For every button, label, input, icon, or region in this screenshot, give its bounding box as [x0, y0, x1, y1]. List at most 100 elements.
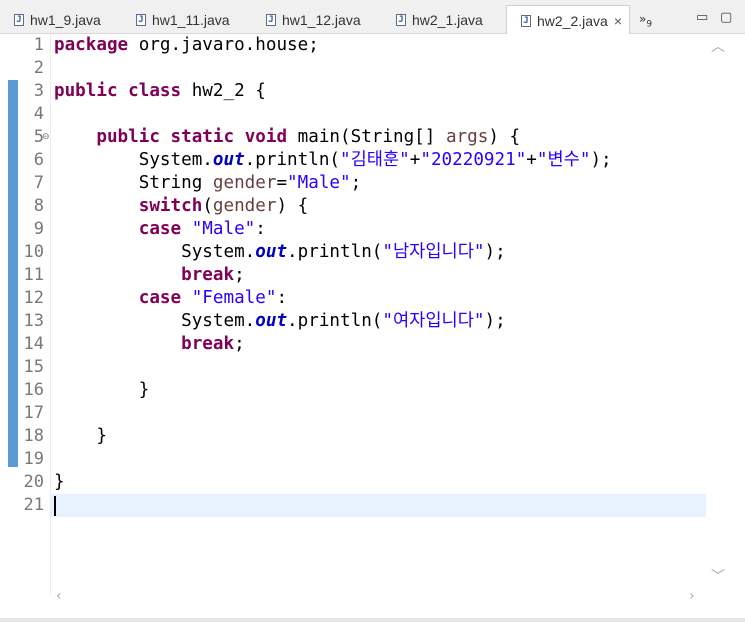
code-token: "Male"	[191, 219, 256, 239]
vertical-scrollbar[interactable]: ︿ ﹀	[706, 34, 728, 594]
tab-hw2-1[interactable]: J hw2_1.java	[382, 6, 504, 34]
code-token: out	[212, 150, 245, 170]
code-token: org.javaro.house;	[128, 35, 319, 55]
code-editor[interactable]: 1 2 3 4 5 6 7 8 9 10 11 12 13 14 15 16 17 18 19 20 21 ⊖ pack…	[0, 34, 745, 622]
code-line[interactable]: System.out.println("남자입니다");	[54, 241, 506, 264]
line-number: 13	[23, 311, 44, 331]
code-token: "변수"	[536, 150, 591, 170]
line-number: 18	[23, 426, 44, 446]
code-line[interactable]: String gender="Male";	[54, 172, 361, 195]
text-caret	[54, 496, 56, 516]
overflow-count: 9	[646, 19, 653, 30]
current-line-highlight	[51, 494, 706, 517]
code-token: ;	[350, 173, 362, 193]
minimize-icon[interactable]: ▭	[696, 10, 708, 25]
code-token: class	[128, 81, 182, 101]
line-number: 8	[33, 196, 44, 216]
scroll-right-icon[interactable]: ›	[689, 588, 695, 604]
code-token: ;	[234, 334, 245, 354]
line-number: 19	[23, 449, 44, 469]
line-number: 10	[23, 242, 44, 262]
code-token: (	[202, 196, 213, 216]
line-number: 15	[23, 357, 44, 377]
code-token: out	[255, 242, 288, 262]
tab-hw2-2[interactable]: J hw2_2.java ×	[506, 5, 630, 35]
code-line[interactable]: case "Female":	[54, 287, 287, 310]
code-token: "Female"	[191, 288, 277, 308]
code-token: .println(	[287, 311, 383, 331]
code-token: "20220921"	[420, 150, 527, 170]
code-token: case	[138, 219, 182, 239]
code-line[interactable]: System.out.println("여자입니다");	[54, 310, 506, 333]
gutter-separator	[50, 34, 51, 594]
line-number: 21	[23, 495, 44, 515]
java-file-icon: J	[521, 14, 531, 27]
scroll-up-icon[interactable]: ︿	[711, 36, 725, 56]
line-number: 12	[23, 288, 44, 308]
code-token: );	[590, 150, 612, 170]
fold-minus-icon[interactable]: ⊖	[42, 132, 50, 142]
code-token: System.	[54, 311, 256, 331]
java-file-icon: J	[266, 14, 276, 26]
close-icon[interactable]: ×	[614, 13, 622, 29]
tab-hw1-11[interactable]: J hw1_11.java	[122, 6, 250, 34]
code-token: out	[255, 311, 288, 331]
code-token: switch	[138, 196, 203, 216]
tab-label: hw1_12.java	[282, 12, 361, 28]
code-token: "김태훈"	[340, 150, 410, 170]
code-token: System.	[54, 150, 213, 170]
horizontal-scrollbar[interactable]: ‹ ›	[51, 586, 706, 608]
code-token: System.	[54, 242, 256, 262]
code-line[interactable]: public class hw2_2 {	[54, 80, 266, 103]
code-line[interactable]: }	[54, 425, 107, 448]
line-number: 16	[23, 380, 44, 400]
code-token: );	[484, 242, 506, 262]
tab-overflow-button[interactable]: »9	[639, 12, 652, 29]
line-number: 3	[33, 81, 44, 101]
code-token: ;	[234, 265, 245, 285]
code-token: case	[138, 288, 182, 308]
tab-hw1-12[interactable]: J hw1_12.java	[252, 6, 380, 34]
editor-tab-bar: J hw1_9.java J hw1_11.java J hw1_12.java…	[0, 0, 745, 35]
line-number: 17	[23, 403, 44, 423]
code-token: }	[54, 380, 150, 400]
code-token: hw2_2 {	[181, 81, 266, 101]
code-line[interactable]: break;	[54, 264, 245, 287]
line-number: 11	[23, 265, 44, 285]
java-file-icon: J	[136, 14, 146, 26]
line-number-ruler: 1 2 3 4 5 6 7 8 9 10 11 12 13 14 15 16 17 18 19 20 21 ⊖	[0, 34, 50, 594]
code-line[interactable]: public static void main(String[] args) {	[54, 126, 520, 149]
tab-hw1-9[interactable]: J hw1_9.java	[0, 6, 120, 34]
code-token: :	[255, 219, 266, 239]
scroll-left-icon[interactable]: ‹	[56, 588, 62, 604]
code-token: );	[484, 311, 506, 331]
code-token: }	[54, 426, 107, 446]
code-line[interactable]: package org.javaro.house;	[54, 34, 319, 57]
code-line[interactable]: case "Male":	[54, 218, 266, 241]
code-line[interactable]: break;	[54, 333, 245, 356]
java-file-icon: J	[396, 14, 406, 26]
code-token: public	[96, 127, 160, 147]
code-token: }	[54, 472, 65, 492]
line-number: 1	[33, 35, 44, 55]
code-line[interactable]: switch(gender) {	[54, 195, 309, 218]
code-token: ) {	[276, 196, 309, 216]
code-line[interactable]: System.out.println("김태훈"+"20220921"+"변수"…	[54, 149, 612, 172]
status-strip	[0, 618, 745, 622]
maximize-icon[interactable]: ▢	[720, 10, 732, 25]
code-token: "Male"	[287, 173, 351, 193]
code-token: void	[244, 127, 288, 147]
code-token: :	[276, 288, 288, 308]
code-line[interactable]: }	[54, 379, 150, 402]
scroll-down-icon[interactable]: ﹀	[711, 566, 725, 586]
line-number: 5	[33, 127, 44, 147]
code-line[interactable]: }	[54, 471, 65, 494]
